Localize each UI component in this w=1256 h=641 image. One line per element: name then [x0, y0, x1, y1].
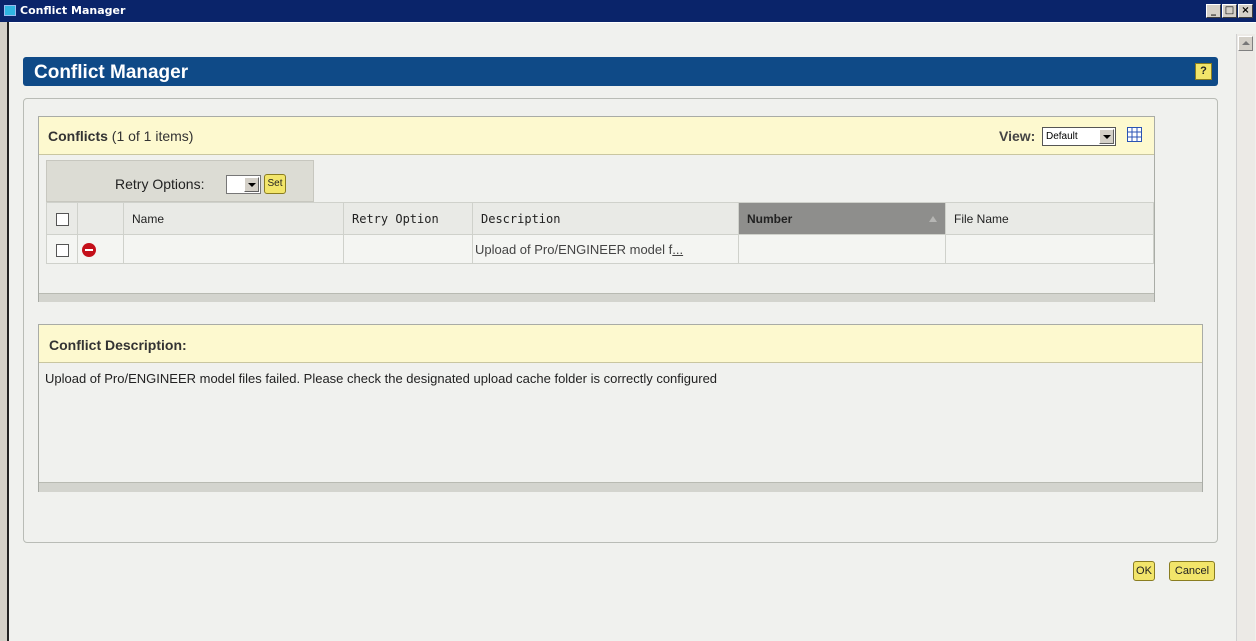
conflicts-header: Conflicts (1 of 1 items) View: Default: [39, 117, 1154, 155]
page-title: Conflict Manager: [34, 62, 189, 83]
row-status-cell: [77, 234, 124, 264]
select-all-checkbox[interactable]: [55, 212, 69, 226]
retry-options-toolbar: Retry Options: Set: [46, 160, 314, 202]
window-left-edge: [0, 22, 9, 641]
app-icon: [4, 5, 16, 16]
minimize-button[interactable]: _: [1206, 4, 1221, 18]
column-header-name[interactable]: Name: [123, 202, 344, 235]
vertical-scrollbar[interactable]: [1236, 34, 1255, 641]
status-column-header: [77, 202, 124, 235]
description-text: Upload of Pro/ENGINEER model f: [475, 241, 673, 257]
set-button[interactable]: Set: [264, 174, 286, 194]
window-title-bar[interactable]: Conflict Manager _ □ ×: [0, 0, 1256, 22]
view-select[interactable]: Default: [1042, 127, 1116, 146]
sort-ascending-icon: [929, 216, 937, 222]
cell-retry-option: [343, 234, 473, 264]
retry-options-select[interactable]: [226, 175, 261, 194]
conflict-description-panel: Conflict Description: Upload of Pro/ENGI…: [38, 324, 1203, 492]
maximize-button[interactable]: □: [1222, 4, 1237, 18]
conflicts-table-footer: [39, 293, 1154, 302]
cell-number: [738, 234, 946, 264]
window-title: Conflict Manager: [20, 4, 126, 17]
conflict-description-footer: [39, 482, 1202, 492]
cell-name: [123, 234, 344, 264]
retry-options-label: Retry Options:: [115, 176, 205, 192]
conflicts-count: (1 of 1 items): [111, 128, 194, 144]
view-label: View:: [999, 128, 1036, 144]
conflicts-table-panel: Conflicts (1 of 1 items) View: Default R…: [38, 116, 1155, 302]
scroll-up-arrow-icon[interactable]: [1238, 36, 1253, 51]
stop-icon: [82, 242, 96, 257]
table-grid-icon[interactable]: [1127, 127, 1142, 142]
cell-description: Upload of Pro/ENGINEER model f...: [472, 234, 739, 264]
close-button[interactable]: ×: [1238, 4, 1253, 18]
ok-button[interactable]: OK: [1133, 561, 1155, 581]
conflict-description-title: Conflict Description:: [49, 337, 187, 353]
table-header-row: Name Retry Option Description Number Fil…: [46, 202, 1154, 235]
chevron-down-icon[interactable]: [1099, 129, 1114, 144]
conflicts-title: Conflicts (1 of 1 items): [48, 128, 193, 144]
select-all-cell: [46, 202, 78, 235]
cell-file-name: [945, 234, 1154, 264]
conflict-description-header: Conflict Description:: [39, 325, 1202, 363]
column-header-number[interactable]: Number: [738, 202, 946, 235]
conflict-description-text: Upload of Pro/ENGINEER model files faile…: [45, 371, 718, 386]
conflict-manager-window: Conflict Manager _ □ × Conflict Manager …: [0, 0, 1256, 641]
description-more-link[interactable]: ...: [672, 242, 683, 257]
chevron-down-icon[interactable]: [244, 177, 259, 192]
row-checkbox[interactable]: [55, 243, 69, 257]
page-header: Conflict Manager ?: [23, 57, 1218, 86]
table-row[interactable]: Upload of Pro/ENGINEER model f...: [46, 234, 1154, 264]
window-content-top: [9, 22, 1256, 35]
conflicts-title-label: Conflicts: [48, 128, 108, 144]
description-link[interactable]: Upload of Pro/ENGINEER model f...: [475, 242, 683, 257]
conflicts-table: Name Retry Option Description Number Fil…: [46, 202, 1154, 264]
column-header-number-label: Number: [747, 211, 793, 226]
column-header-file-name[interactable]: File Name: [945, 202, 1154, 235]
row-select-cell: [46, 234, 78, 264]
column-header-description[interactable]: Description: [472, 202, 739, 235]
column-header-retry-option[interactable]: Retry Option: [343, 202, 473, 235]
view-select-value: Default: [1046, 131, 1078, 142]
help-button[interactable]: ?: [1195, 63, 1212, 80]
cancel-button[interactable]: Cancel: [1169, 561, 1215, 581]
